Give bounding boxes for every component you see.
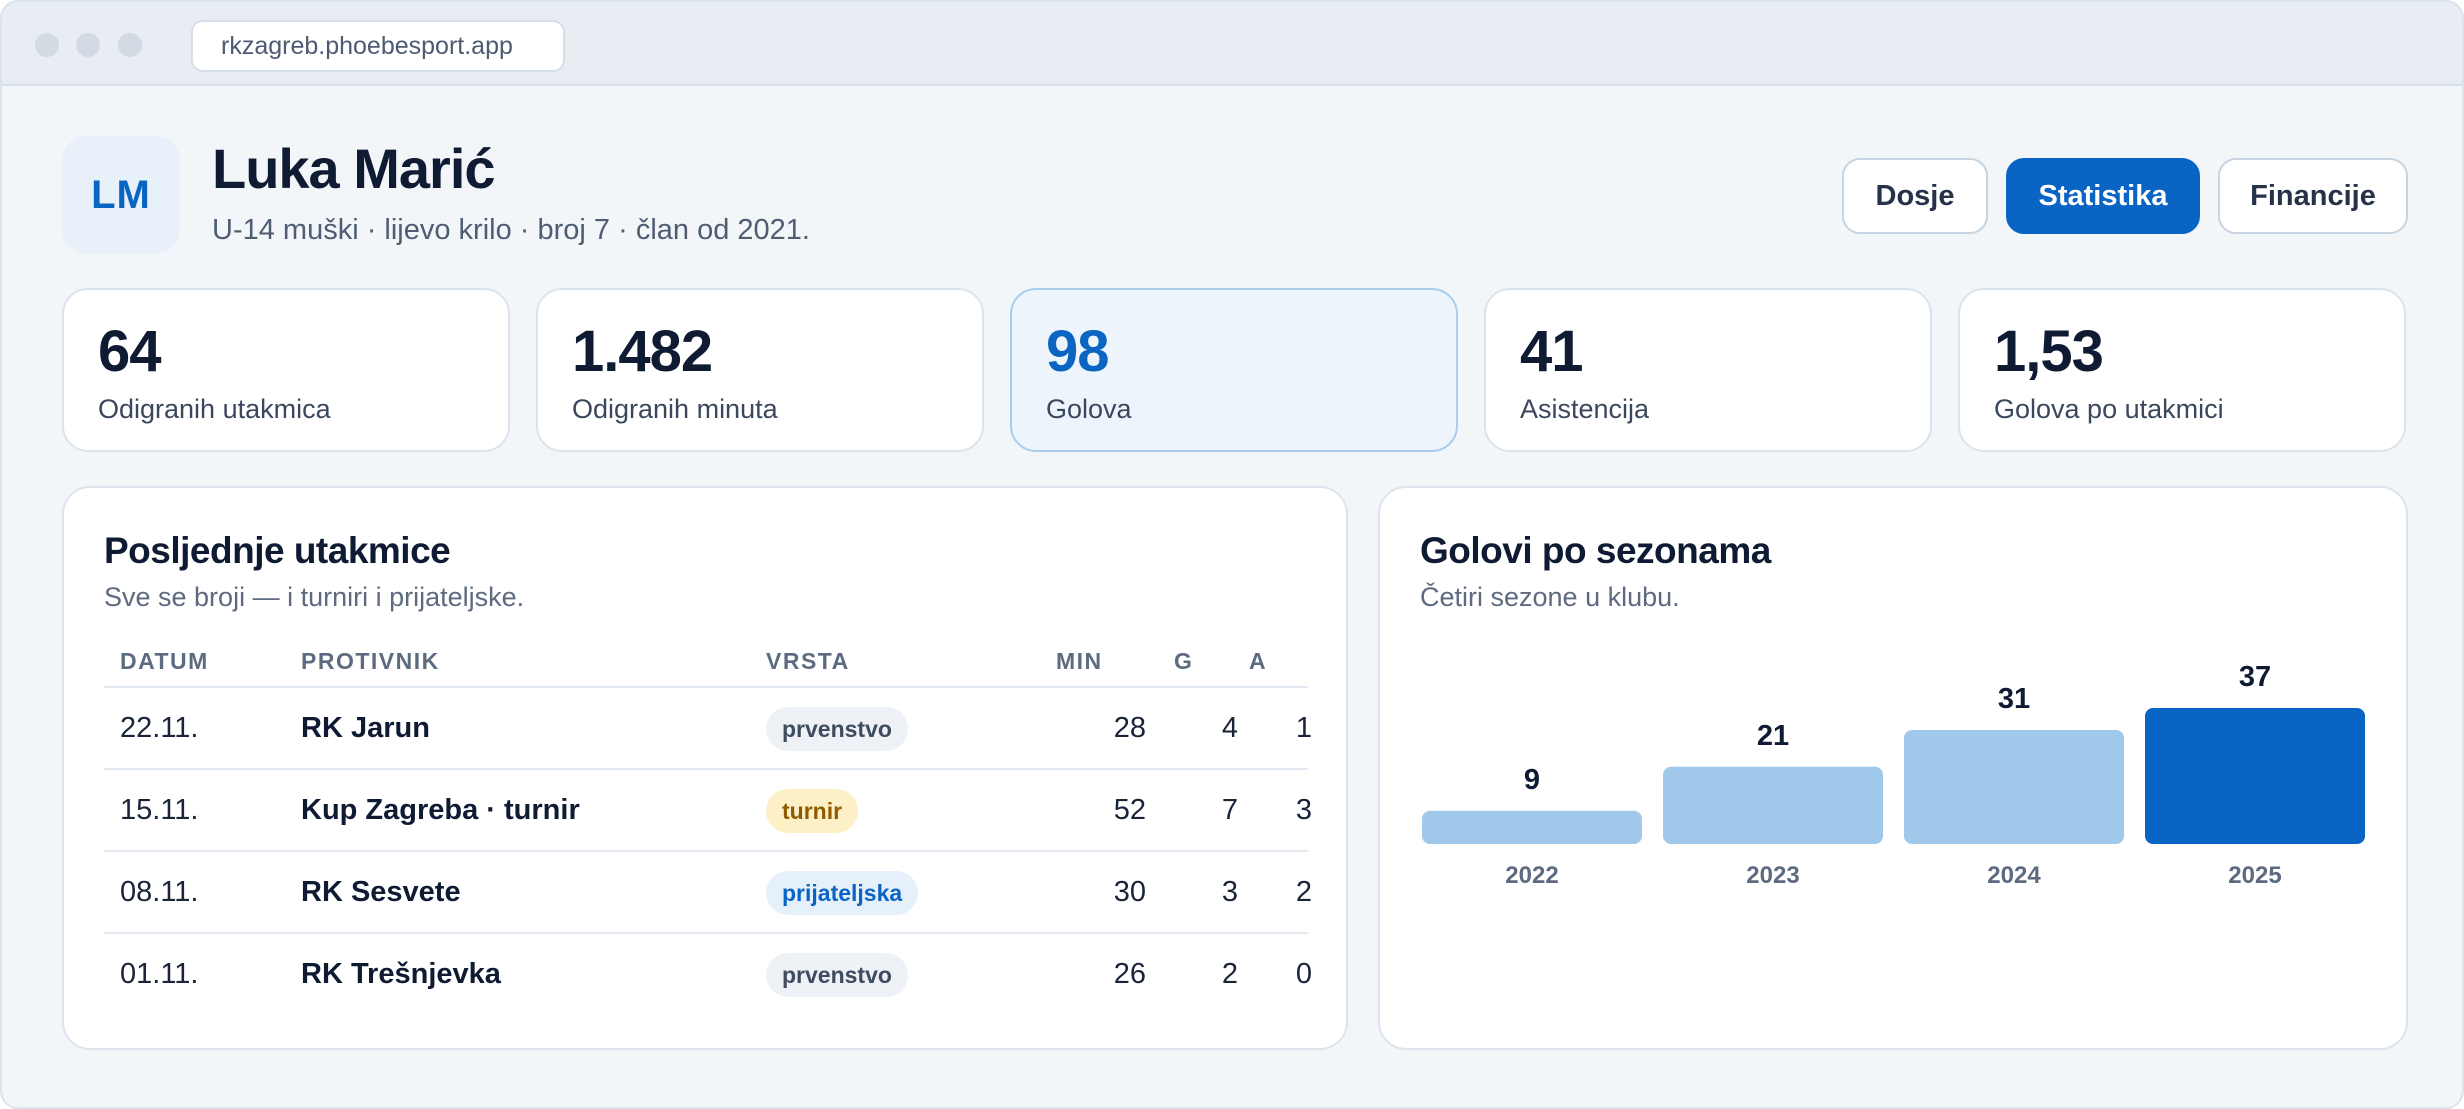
bar-value-label: 21 — [1757, 720, 1789, 752]
bar-2023 — [1663, 766, 1883, 844]
match-opponent: RK Trešnjevka — [301, 958, 501, 990]
x-tick-label: 2025 — [2228, 862, 2281, 889]
match-date: 22.11. — [120, 712, 199, 744]
match-date: 15.11. — [120, 794, 199, 826]
title-bar: rkzagreb.phoebesport.app — [2, 2, 2462, 86]
maximize-window-icon[interactable] — [118, 33, 142, 57]
player-subtitle: U-14 muški · lijevo krilo · broj 7 · čla… — [212, 214, 810, 246]
table-row[interactable]: 22.11. RK Jarun prvenstvo 28 4 1 — [104, 686, 1312, 768]
bar-2022 — [1422, 810, 1642, 844]
match-minutes: 52 — [1113, 794, 1146, 826]
stat-value: 1,53 — [1994, 319, 2104, 384]
x-tick-label: 2023 — [1746, 862, 1799, 889]
match-opponent: RK Sesvete — [301, 876, 461, 908]
avatar: LM — [62, 136, 180, 254]
goals-bar-chart: 9 2022 21 2023 31 2024 37 2025 — [1422, 661, 2365, 889]
match-minutes: 30 — [1113, 876, 1146, 908]
stat-label: Odigranih utakmica — [98, 394, 331, 424]
recent-matches-card: Posljednje utakmice Sve se broji — i tur… — [62, 486, 1348, 1050]
table-row[interactable]: 01.11. RK Trešnjevka prvenstvo 26 2 0 — [104, 932, 1312, 1014]
card-title: Posljednje utakmice — [104, 530, 451, 571]
card-subtitle: Sve se broji — i turniri i prijateljske. — [104, 582, 525, 612]
bar-value-label: 31 — [1998, 683, 2030, 715]
stat-label: Golova — [1046, 394, 1132, 424]
stat-label: Golova po utakmici — [1994, 394, 2224, 424]
match-goals: 7 — [1221, 794, 1238, 826]
close-window-icon[interactable] — [35, 33, 59, 57]
bar-value-label: 9 — [1524, 764, 1540, 796]
stat-label: Asistencija — [1520, 394, 1650, 424]
match-date: 08.11. — [120, 876, 199, 908]
match-type-badge: prvenstvo — [766, 953, 908, 997]
column-header-assists: A — [1249, 648, 1268, 674]
stat-card-assists: 41 Asistencija — [1484, 288, 1932, 452]
tab-dosje[interactable]: Dosje — [1842, 158, 1988, 234]
match-assists: 2 — [1295, 876, 1312, 908]
stat-value: 64 — [98, 319, 162, 384]
match-type-badge: prvenstvo — [766, 707, 908, 751]
column-header-goals: G — [1174, 648, 1194, 674]
minimize-window-icon[interactable] — [76, 33, 100, 57]
match-type-badge: turnir — [766, 789, 859, 833]
table-row[interactable]: 08.11. RK Sesvete prijateljska 30 3 2 — [104, 850, 1312, 932]
match-opponent: RK Jarun — [301, 712, 430, 744]
tab-financije[interactable]: Financije — [2218, 158, 2408, 234]
match-goals: 3 — [1221, 876, 1238, 908]
column-header-min: MIN — [1056, 648, 1103, 674]
stat-card-goals: 98 Golova — [1010, 288, 1458, 452]
match-assists: 1 — [1295, 712, 1312, 744]
bar-2025 — [2145, 708, 2365, 844]
address-bar[interactable]: rkzagreb.phoebesport.app — [191, 20, 565, 72]
stat-card-goals-per-match: 1,53 Golova po utakmici — [1958, 288, 2406, 452]
stat-value: 98 — [1046, 319, 1110, 384]
column-header-date: DATUM — [120, 648, 209, 674]
column-header-opponent: PROTIVNIK — [301, 648, 440, 674]
match-minutes: 28 — [1113, 712, 1146, 744]
bar-value-label: 37 — [2239, 661, 2271, 693]
stat-value: 1.482 — [572, 319, 713, 384]
match-assists: 3 — [1295, 794, 1312, 826]
stat-value: 41 — [1520, 319, 1584, 384]
match-minutes: 26 — [1113, 958, 1146, 990]
browser-window: rkzagreb.phoebesport.app LM Luka Marić U… — [0, 0, 2464, 1109]
stat-card-matches: 64 Odigranih utakmica — [62, 288, 510, 452]
match-assists: 0 — [1295, 958, 1312, 990]
goals-by-season-card: Golovi po sezonama Četiri sezone u klubu… — [1378, 486, 2408, 1050]
player-name: Luka Marić — [212, 137, 496, 200]
x-tick-label: 2022 — [1505, 862, 1558, 889]
column-header-type: VRSTA — [766, 648, 850, 674]
match-date: 01.11. — [120, 958, 199, 990]
match-goals: 2 — [1221, 958, 1238, 990]
stat-card-minutes: 1.482 Odigranih minuta — [536, 288, 984, 452]
match-goals: 4 — [1221, 712, 1238, 744]
match-type-badge: prijateljska — [766, 871, 919, 915]
table-row[interactable]: 15.11. Kup Zagreba · turnir turnir 52 7 … — [104, 768, 1312, 850]
stat-label: Odigranih minuta — [572, 394, 778, 424]
bar-2024 — [1904, 730, 2124, 844]
x-tick-label: 2024 — [1987, 862, 2041, 889]
match-opponent: Kup Zagreba · turnir — [301, 794, 580, 826]
tab-statistika[interactable]: Statistika — [2006, 158, 2200, 234]
